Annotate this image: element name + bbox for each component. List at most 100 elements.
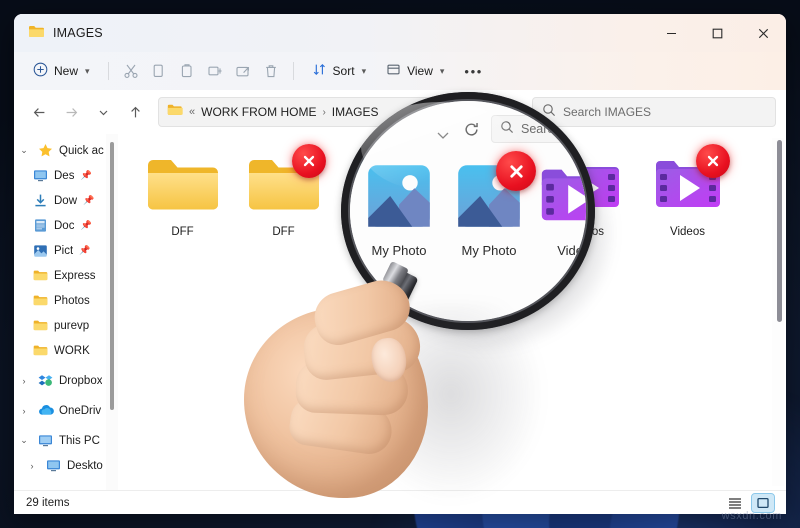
pc-icon	[37, 432, 54, 449]
chevron-down-icon[interactable]: ⌄	[16, 145, 32, 156]
sidebar-item-purevp[interactable]: purevp	[14, 313, 118, 338]
folder-icon	[32, 342, 49, 359]
sidebar-item-label: Dow	[54, 194, 78, 207]
file-item-label: Videos	[569, 226, 604, 238]
breadcrumb[interactable]: « WORK FROM HOME › IMAGES ▾	[158, 97, 494, 127]
sidebar-scrollbar-thumb[interactable]	[110, 142, 114, 410]
sidebar-item-pictures[interactable]: Pict 📌	[14, 238, 118, 263]
chevron-right-icon[interactable]: ›	[16, 406, 32, 416]
sidebar-item-onedrive[interactable]: › OneDriv	[14, 398, 118, 423]
chevron-down-icon[interactable]: ▾	[472, 107, 485, 118]
breadcrumb-item-work-from-home[interactable]: WORK FROM HOME	[201, 105, 316, 119]
sidebar-item-label: Express	[54, 269, 96, 282]
close-button[interactable]	[740, 14, 786, 52]
sidebar-item-label: Dropbox	[59, 374, 103, 387]
toolbar-divider	[292, 62, 294, 80]
delete-icon[interactable]	[258, 57, 284, 85]
more-options-button[interactable]: •••	[455, 57, 491, 85]
forward-button[interactable]	[56, 97, 86, 127]
sidebar-item-photos[interactable]: Photos	[14, 288, 118, 313]
breadcrumb-item-images[interactable]: IMAGES	[332, 105, 379, 119]
new-button-label: New	[54, 64, 79, 78]
sidebar-item-label: Quick ac	[59, 144, 104, 157]
chevron-down-icon: ▾	[85, 65, 90, 76]
search-box[interactable]	[532, 97, 776, 127]
file-item-label: DFF	[272, 226, 295, 238]
cut-icon[interactable]	[118, 57, 144, 85]
error-x-icon	[695, 144, 730, 178]
folder-icon	[143, 152, 223, 218]
command-toolbar: New ▾ Sort ▾ View ▾ •••	[14, 52, 786, 90]
toolbar-divider	[107, 62, 109, 80]
folder-icon	[32, 267, 49, 284]
back-button[interactable]	[24, 97, 54, 127]
file-item-dff-2[interactable]: DFF	[233, 144, 334, 260]
window-tab[interactable]: IMAGES	[14, 24, 103, 43]
plus-circle-icon	[33, 62, 48, 80]
file-item-label: My Photo	[461, 226, 510, 238]
search-icon	[542, 103, 556, 122]
rename-icon[interactable]	[202, 57, 228, 85]
sidebar-item-this-pc[interactable]: ⌄ This PC	[14, 428, 118, 453]
breadcrumb-overflow[interactable]: «	[189, 106, 195, 118]
file-grid: DFF DFF My Photo My Photo Videos Videos	[118, 134, 786, 260]
file-item-my-photo-1[interactable]: My Photo	[334, 148, 435, 260]
large-icons-view-toggle[interactable]	[751, 492, 775, 513]
maximize-button[interactable]	[694, 14, 740, 52]
sidebar-item-label: Photos	[54, 294, 90, 307]
onedrive-icon	[37, 402, 54, 419]
search-input[interactable]	[563, 105, 766, 119]
sidebar-item-work[interactable]: WORK	[14, 338, 118, 363]
file-item-label: My Photo	[360, 226, 409, 238]
address-bar-row: « WORK FROM HOME › IMAGES ▾	[14, 90, 786, 134]
sidebar-item-label: Doc	[54, 219, 75, 232]
share-icon[interactable]	[230, 57, 256, 85]
sidebar-item-documents[interactable]: Doc 📌	[14, 213, 118, 238]
sort-button[interactable]: Sort ▾	[303, 57, 376, 85]
pin-icon: 📌	[83, 195, 95, 205]
title-bar: IMAGES	[14, 14, 786, 52]
dropbox-icon	[37, 372, 54, 389]
minimize-button[interactable]	[648, 14, 694, 52]
chevron-down-icon[interactable]: ⌄	[16, 435, 32, 446]
new-button[interactable]: New ▾	[24, 57, 99, 85]
sidebar-item-downloads[interactable]: Dow 📌	[14, 188, 118, 213]
file-item-dff-1[interactable]: DFF	[132, 148, 233, 260]
image-file-icon	[345, 152, 425, 218]
view-button[interactable]: View ▾	[377, 57, 453, 85]
file-list-area[interactable]: DFF DFF My Photo My Photo Videos Videos	[118, 134, 786, 490]
file-item-my-photo-2[interactable]: My Photo	[435, 144, 536, 260]
refresh-button[interactable]	[496, 99, 522, 125]
folder-icon	[32, 317, 49, 334]
list-view-toggle[interactable]	[724, 494, 746, 512]
view-toggles	[724, 492, 775, 513]
folder-icon	[28, 24, 45, 43]
sidebar-item-this-pc-desktop[interactable]: › Deskto	[14, 453, 118, 478]
folder-icon	[167, 103, 183, 121]
chevron-down-icon: ▾	[361, 65, 367, 76]
window-controls	[648, 14, 786, 52]
sidebar-item-dropbox[interactable]: › Dropbox	[14, 368, 118, 393]
copy-icon[interactable]	[146, 57, 172, 85]
sidebar-item-quick-access[interactable]: ⌄ Quick ac	[14, 138, 118, 163]
status-bar: 29 items	[14, 490, 786, 514]
chevron-down-icon: ▾	[439, 65, 445, 76]
desktop-icon	[45, 457, 62, 474]
file-item-videos-2[interactable]: Videos	[637, 144, 738, 260]
chevron-right-icon: ›	[322, 106, 326, 118]
ellipsis-icon: •••	[464, 63, 483, 79]
sidebar-item-express[interactable]: Express	[14, 263, 118, 288]
item-count-label: 29 items	[26, 496, 70, 509]
recent-locations-button[interactable]	[88, 97, 118, 127]
content-scrollbar-thumb[interactable]	[777, 140, 782, 322]
chevron-right-icon[interactable]: ›	[16, 376, 32, 386]
sidebar-item-desktop[interactable]: Des 📌	[14, 163, 118, 188]
pin-icon: 📌	[80, 170, 92, 180]
sidebar-item-label: OneDriv	[59, 404, 102, 417]
up-button[interactable]	[120, 97, 150, 127]
paste-icon[interactable]	[174, 57, 200, 85]
file-item-videos-1[interactable]: Videos	[536, 148, 637, 260]
document-icon	[32, 217, 49, 234]
file-item-label: DFF	[171, 226, 194, 238]
chevron-right-icon[interactable]: ›	[24, 461, 40, 471]
